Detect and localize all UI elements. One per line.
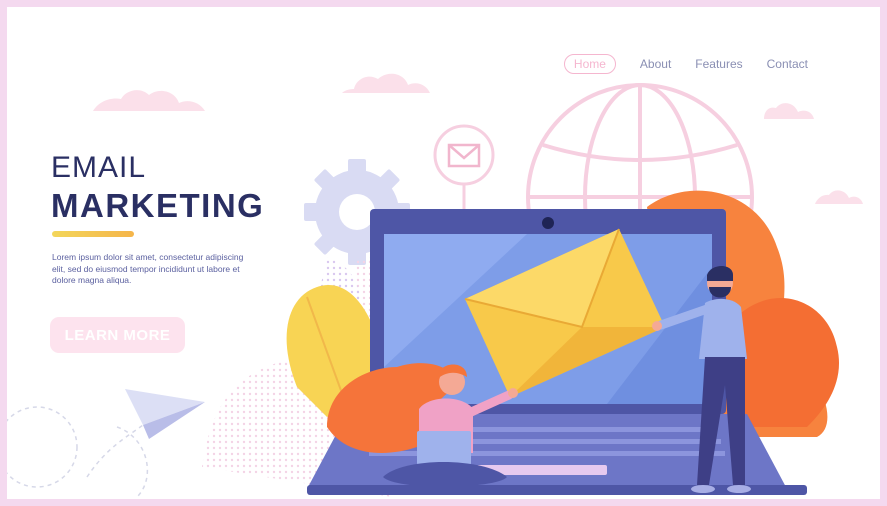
cloud-icon bbox=[342, 73, 430, 93]
paper-plane-icon bbox=[86, 389, 205, 478]
nav-contact[interactable]: Contact bbox=[767, 57, 808, 71]
title-line-2: MARKETING bbox=[51, 187, 265, 224]
nav-about[interactable]: About bbox=[640, 57, 671, 71]
decor-lines bbox=[7, 406, 149, 498]
cloud-icon bbox=[77, 90, 205, 111]
nav-features[interactable]: Features bbox=[695, 57, 742, 71]
nav-home[interactable]: Home bbox=[563, 54, 616, 74]
mail-pin-icon bbox=[433, 124, 495, 213]
learn-more-button[interactable]: LEARN MORE bbox=[50, 317, 185, 353]
title-line-1: EMAIL bbox=[51, 151, 147, 184]
page-title: EMAIL MARKETING bbox=[51, 151, 265, 224]
hero-description: Lorem ipsum dolor sit amet, consectetur … bbox=[52, 252, 244, 285]
title-underline bbox=[52, 231, 134, 237]
cloud-icon bbox=[815, 190, 863, 204]
cloud-icon bbox=[764, 103, 814, 119]
landing-page: Home About Features Contact EMAIL MARKET… bbox=[7, 7, 880, 499]
top-nav: Home About Features Contact bbox=[563, 54, 808, 74]
